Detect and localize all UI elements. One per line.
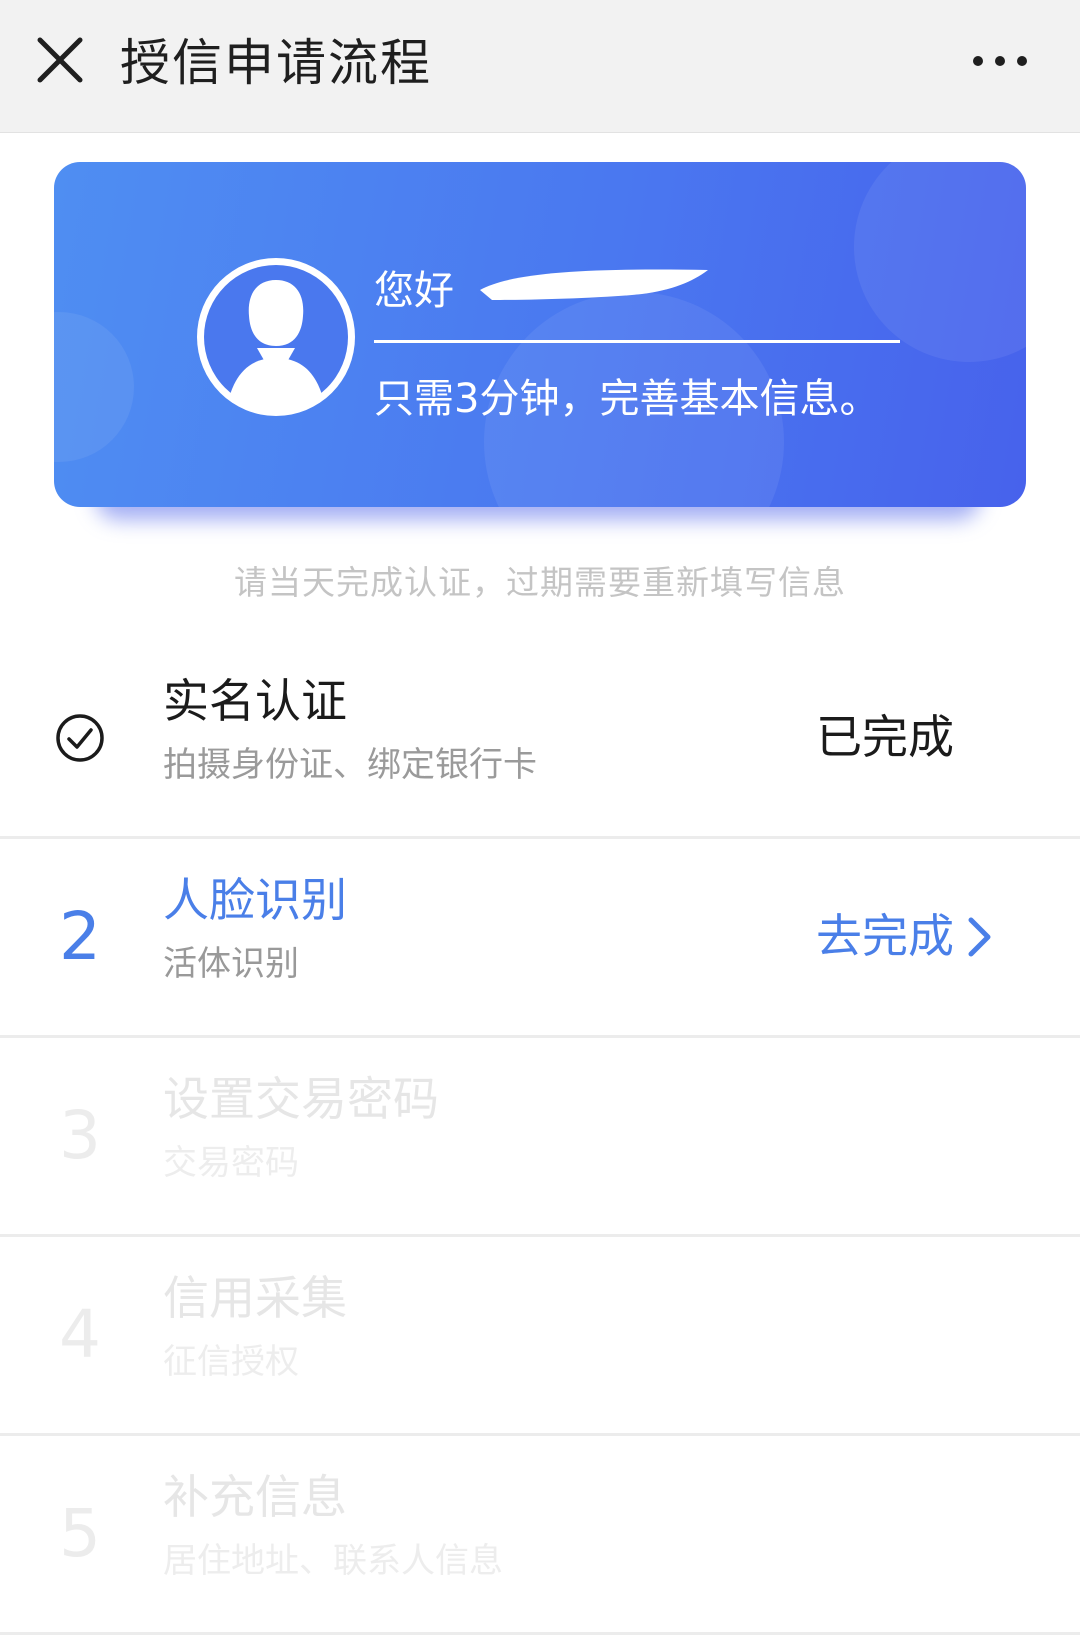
step-desc: 拍摄身份证、绑定银行卡 bbox=[163, 745, 537, 785]
greeting-banner: 您好 只需3分钟，完善基本信息。 bbox=[54, 162, 1026, 507]
step-number: 5 bbox=[59, 1495, 101, 1572]
step-title: 实名认证 bbox=[163, 674, 347, 728]
step-desc: 征信授权 bbox=[163, 1342, 299, 1382]
step-title: 信用采集 bbox=[163, 1271, 347, 1325]
step-title: 补充信息 bbox=[163, 1470, 347, 1524]
close-button[interactable] bbox=[34, 34, 86, 86]
step-title: 人脸识别 bbox=[163, 873, 347, 927]
step-number: 3 bbox=[59, 1097, 101, 1174]
user-avatar-icon bbox=[204, 265, 348, 414]
more-dots-icon bbox=[973, 56, 1027, 66]
notice-text: 请当天完成认证，过期需要重新填写信息 bbox=[234, 563, 846, 602]
step-status: 已完成 bbox=[816, 710, 954, 764]
step-desc: 居住地址、联系人信息 bbox=[163, 1541, 503, 1581]
check-circle-icon bbox=[56, 714, 104, 762]
step-desc: 活体识别 bbox=[163, 944, 299, 984]
step-desc: 交易密码 bbox=[163, 1143, 299, 1183]
greeting-text: 您好 bbox=[374, 268, 454, 314]
banner-decor-circle bbox=[54, 312, 134, 462]
step-supplementary-info: 5 补充信息 居住地址、联系人信息 bbox=[0, 1436, 1080, 1635]
step-number: 4 bbox=[59, 1296, 101, 1373]
step-title: 设置交易密码 bbox=[163, 1072, 439, 1126]
banner-divider bbox=[374, 340, 900, 343]
step-credit-collection: 4 信用采集 征信授权 bbox=[0, 1237, 1080, 1436]
close-icon bbox=[37, 37, 83, 83]
step-number: 2 bbox=[59, 898, 101, 975]
step-real-name-auth[interactable]: 实名认证 拍摄身份证、绑定银行卡 已完成 bbox=[0, 640, 1080, 839]
step-set-trade-password: 3 设置交易密码 交易密码 bbox=[0, 1038, 1080, 1237]
banner-subtitle: 只需3分钟，完善基本信息。 bbox=[374, 376, 880, 422]
top-bar: 授信申请流程 bbox=[0, 0, 1080, 133]
banner-decor-circle bbox=[854, 162, 1026, 362]
step-list: 实名认证 拍摄身份证、绑定银行卡 已完成 2 人脸识别 活体识别 去完成 3 设… bbox=[0, 640, 1080, 1635]
redacted-name bbox=[480, 269, 708, 300]
more-button[interactable] bbox=[972, 48, 1028, 74]
chevron-right-icon bbox=[968, 917, 991, 957]
avatar bbox=[197, 258, 355, 416]
go-complete-link[interactable]: 去完成 bbox=[816, 905, 954, 967]
page-title: 授信申请流程 bbox=[120, 34, 432, 92]
step-face-recognition[interactable]: 2 人脸识别 活体识别 去完成 bbox=[0, 839, 1080, 1038]
